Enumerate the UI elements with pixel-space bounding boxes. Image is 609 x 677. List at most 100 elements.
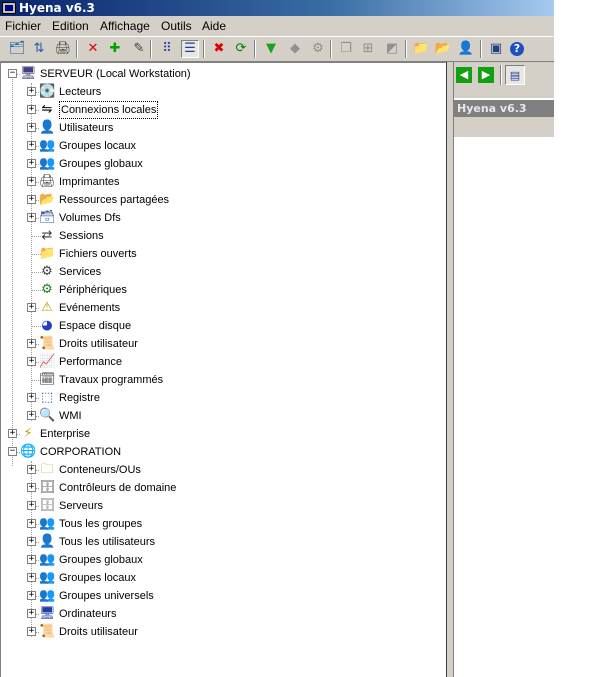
expand-icon[interactable]: + bbox=[27, 465, 36, 474]
tree-node-label[interactable]: WMI bbox=[59, 407, 82, 425]
delete-icon[interactable]: ✕ bbox=[84, 40, 102, 58]
tree-node[interactable]: + 📈 Performance bbox=[1, 353, 441, 371]
expand-icon[interactable]: + bbox=[27, 339, 36, 348]
tree-node-label[interactable]: Sessions bbox=[59, 227, 104, 245]
expand-icon[interactable]: + bbox=[27, 555, 36, 564]
tree-node-label[interactable]: Groupes locaux bbox=[59, 137, 136, 155]
user-folder-red-icon[interactable]: 📂 bbox=[434, 40, 452, 58]
printer-icon[interactable]: 🖨 bbox=[54, 40, 72, 58]
tree-node[interactable]: + ⬚ Registre bbox=[1, 389, 441, 407]
expand-icon[interactable]: + bbox=[27, 213, 36, 222]
tree-node[interactable]: + 🗄 Serveurs bbox=[1, 497, 441, 515]
back-icon[interactable]: ◀ bbox=[456, 67, 472, 83]
tree-node[interactable]: + ⚡ Enterprise bbox=[1, 425, 441, 443]
tree-node[interactable]: + 👥 Groupes universels bbox=[1, 587, 441, 605]
properties-icon[interactable]: ✎ bbox=[130, 40, 148, 58]
expand-icon[interactable]: + bbox=[27, 411, 36, 420]
tree-node-label[interactable]: Travaux programmés bbox=[59, 371, 163, 389]
expand-icon[interactable]: + bbox=[27, 105, 36, 114]
tree-node-label[interactable]: Evénements bbox=[59, 299, 120, 317]
menu-outils[interactable]: Outils bbox=[161, 16, 192, 36]
filter-icon[interactable]: ▼ bbox=[262, 40, 280, 58]
tree-node-label[interactable]: Tous les utilisateurs bbox=[59, 533, 155, 551]
tree-node-label[interactable]: Tous les groupes bbox=[59, 515, 142, 533]
tree-node[interactable]: ⚙ Services bbox=[1, 263, 441, 281]
tree-node-label[interactable]: Groupes universels bbox=[59, 587, 154, 605]
tree-node[interactable]: + 📜 Droits utilisateur bbox=[1, 335, 441, 353]
expand-icon[interactable]: + bbox=[27, 501, 36, 510]
folder-user-icon[interactable]: 📁 bbox=[412, 40, 430, 58]
tree-node[interactable]: + 👥 Groupes locaux bbox=[1, 569, 441, 587]
disabled-tool-icon[interactable]: ◆ bbox=[286, 40, 304, 58]
tree-node-label[interactable]: Enterprise bbox=[40, 425, 90, 443]
disabled-network-icon[interactable]: ⊞ bbox=[359, 40, 377, 58]
collapse-icon[interactable]: − bbox=[8, 447, 17, 456]
tree-node-label[interactable]: Contrôleurs de domaine bbox=[59, 479, 176, 497]
expand-icon[interactable]: + bbox=[27, 393, 36, 402]
tree-node[interactable]: + 👥 Groupes globaux bbox=[1, 551, 441, 569]
tree-node[interactable]: − 🌐 CORPORATION bbox=[1, 443, 441, 461]
menu-affichage[interactable]: Affichage bbox=[100, 16, 150, 36]
tree-node[interactable]: + 🖥 Ordinateurs bbox=[1, 605, 441, 623]
details-view-icon[interactable]: ☰ bbox=[181, 40, 199, 58]
tree-node[interactable]: + 💽 Lecteurs bbox=[1, 83, 441, 101]
tree-node-label[interactable]: Ordinateurs bbox=[59, 605, 116, 623]
refresh-icon[interactable]: ⟳ bbox=[232, 40, 250, 58]
tree-node-label[interactable]: Groupes globaux bbox=[59, 155, 143, 173]
disabled-page-icon[interactable]: ◩ bbox=[383, 40, 401, 58]
tree-node[interactable]: + 👥 Groupes globaux bbox=[1, 155, 441, 173]
add-icon[interactable]: ✚ bbox=[106, 40, 124, 58]
tree-node[interactable]: − 🖥 SERVEUR (Local Workstation) bbox=[1, 65, 441, 83]
expand-icon[interactable]: + bbox=[27, 519, 36, 528]
expand-icon[interactable]: + bbox=[27, 195, 36, 204]
tree-node[interactable]: + 👥 Tous les groupes bbox=[1, 515, 441, 533]
tree-node[interactable]: ⚙ Périphériques bbox=[1, 281, 441, 299]
menu-edition[interactable]: Edition bbox=[52, 16, 89, 36]
tree-node-label[interactable]: CORPORATION bbox=[40, 443, 121, 461]
user-key-icon[interactable]: 👤 bbox=[457, 40, 475, 58]
tree-node-label[interactable]: Imprimantes bbox=[59, 173, 120, 191]
tree-node-label[interactable]: Droits utilisateur bbox=[59, 335, 138, 353]
collapse-icon[interactable]: − bbox=[8, 69, 17, 78]
tree-node[interactable]: ⇄ Sessions bbox=[1, 227, 441, 245]
tree-node-label[interactable]: Conteneurs/OUs bbox=[59, 461, 141, 479]
tree-node-label[interactable]: Groupes globaux bbox=[59, 551, 143, 569]
tree-node[interactable]: + 👥 Groupes locaux bbox=[1, 137, 441, 155]
expand-icon[interactable]: + bbox=[27, 573, 36, 582]
expand-icon[interactable]: + bbox=[27, 537, 36, 546]
expand-icon[interactable]: + bbox=[27, 177, 36, 186]
tree-node[interactable]: + 👤 Utilisateurs bbox=[1, 119, 441, 137]
list-icon[interactable]: ▤ bbox=[505, 65, 525, 85]
tree-node[interactable]: + 📜 Droits utilisateur bbox=[1, 623, 441, 641]
disabled-connect-icon[interactable]: ⚙ bbox=[309, 40, 327, 58]
expand-icon[interactable]: + bbox=[27, 591, 36, 600]
tree-node-label[interactable]: Services bbox=[59, 263, 101, 281]
tree-view[interactable]: − 🖥 SERVEUR (Local Workstation) + 💽 Lecteurs +… bbox=[0, 62, 446, 677]
small-icons-view-icon[interactable]: ⠿ bbox=[158, 40, 176, 58]
tree-icon[interactable]: 🗂 bbox=[8, 40, 26, 58]
expand-icon[interactable]: + bbox=[27, 483, 36, 492]
tree-node[interactable]: + 🖨 Imprimantes bbox=[1, 173, 441, 191]
tree-node[interactable]: 🗓 Travaux programmés bbox=[1, 371, 441, 389]
menu-fichier[interactable]: Fichier bbox=[5, 16, 41, 36]
tree-node[interactable]: + 🗄 Contrôleurs de domaine bbox=[1, 479, 441, 497]
tree-node-label[interactable]: Périphériques bbox=[59, 281, 127, 299]
expand-icon[interactable]: + bbox=[27, 303, 36, 312]
expand-icon[interactable]: + bbox=[8, 429, 17, 438]
help-icon[interactable]: ? bbox=[510, 42, 524, 56]
tree-node[interactable]: + ⚠ Evénements bbox=[1, 299, 441, 317]
tree-node-label[interactable]: Registre bbox=[59, 389, 100, 407]
expand-icon[interactable]: + bbox=[27, 627, 36, 636]
tree-node-label[interactable]: Lecteurs bbox=[59, 83, 101, 101]
menu-aide[interactable]: Aide bbox=[202, 16, 226, 36]
tree-node-label[interactable]: Performance bbox=[59, 353, 122, 371]
stop-icon[interactable]: ✖ bbox=[210, 40, 228, 58]
tree-node[interactable]: + 🗃 Volumes Dfs bbox=[1, 209, 441, 227]
tree-node-label[interactable]: Volumes Dfs bbox=[59, 209, 121, 227]
tree-node-label[interactable]: Ressources partagées bbox=[59, 191, 169, 209]
tree-node[interactable]: 📁 Fichiers ouverts bbox=[1, 245, 441, 263]
tree-node[interactable]: + 👤 Tous les utilisateurs bbox=[1, 533, 441, 551]
expand-icon[interactable]: + bbox=[27, 357, 36, 366]
expand-icon[interactable]: + bbox=[27, 141, 36, 150]
pane-splitter[interactable] bbox=[446, 62, 454, 677]
